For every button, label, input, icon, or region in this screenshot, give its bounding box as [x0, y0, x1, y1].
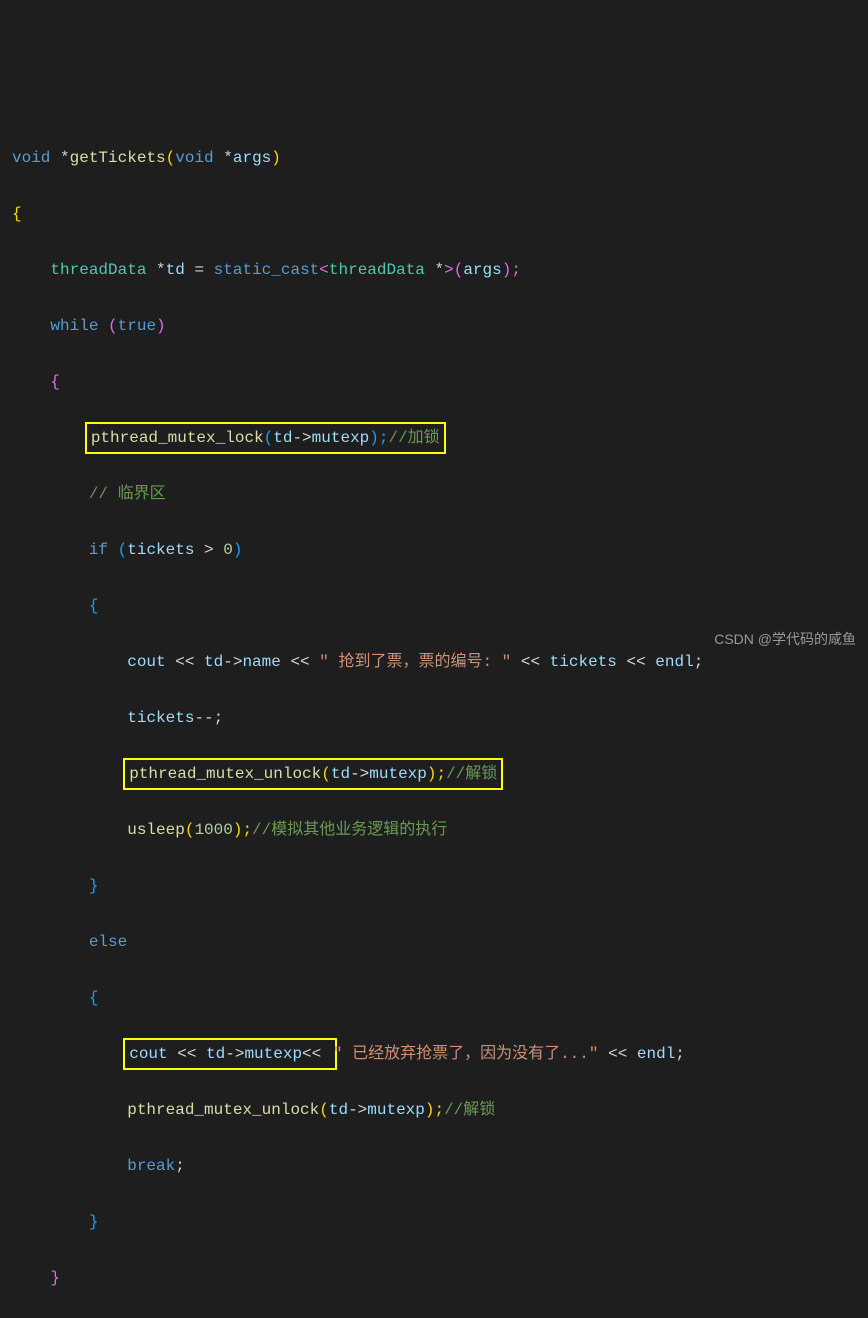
- code-line: {: [12, 592, 856, 620]
- code-line: {: [12, 984, 856, 1012]
- code-line: usleep(1000);//模拟其他业务逻辑的执行: [12, 816, 856, 844]
- code-line: pthread_mutex_unlock(td->mutexp);//解锁: [12, 760, 856, 788]
- code-line: void *getTickets(void *args): [12, 144, 856, 172]
- code-line: pthread_mutex_lock(td->mutexp);//加锁: [12, 424, 856, 452]
- watermark: CSDN @学代码的咸鱼: [714, 627, 856, 652]
- code-line: break;: [12, 1152, 856, 1180]
- code-line: {: [12, 368, 856, 396]
- code-line: pthread_mutex_unlock(td->mutexp);//解锁: [12, 1096, 856, 1124]
- code-line: // 临界区: [12, 480, 856, 508]
- code-line: tickets--;: [12, 704, 856, 732]
- code-line: if (tickets > 0): [12, 536, 856, 564]
- highlight-unlock: pthread_mutex_unlock(td->mutexp);//解锁: [123, 758, 503, 790]
- highlight-cout: cout << td->mutexp<<: [123, 1038, 337, 1070]
- code-line: {: [12, 200, 856, 228]
- code-line: cout << td->mutexp<< " 已经放弃抢票了，因为没有了..."…: [12, 1040, 856, 1068]
- code-line: else: [12, 928, 856, 956]
- code-line: cout << td->name << " 抢到了票，票的编号: " << ti…: [12, 648, 856, 676]
- highlight-lock: pthread_mutex_lock(td->mutexp);//加锁: [85, 422, 446, 454]
- code-line: }: [12, 872, 856, 900]
- code-editor: void *getTickets(void *args) { threadDat…: [12, 116, 856, 1318]
- code-line: threadData *td = static_cast<threadData …: [12, 256, 856, 284]
- code-line: }: [12, 1264, 856, 1292]
- code-line: while (true): [12, 312, 856, 340]
- code-line: }: [12, 1208, 856, 1236]
